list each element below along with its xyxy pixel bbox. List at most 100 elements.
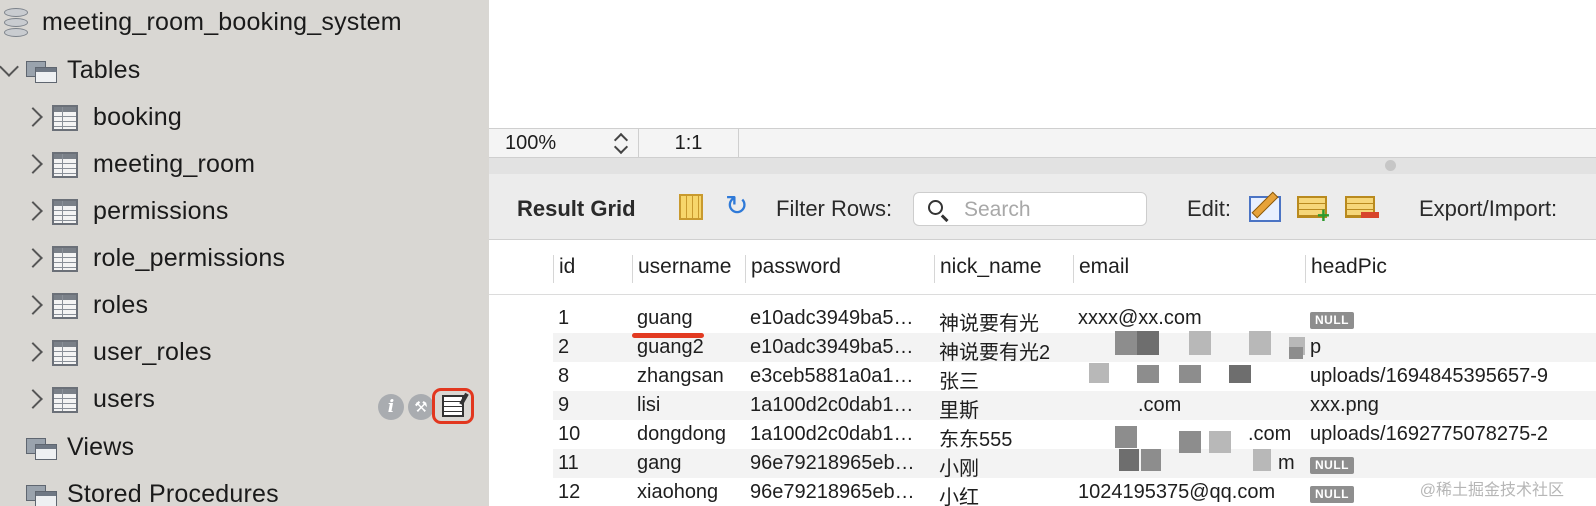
cell-nick-name[interactable]: 张三 — [934, 365, 979, 394]
cell-email[interactable]: .com — [1243, 423, 1291, 446]
chevron-right-icon[interactable] — [23, 295, 43, 315]
table-label: user_roles — [93, 337, 212, 366]
cell-username[interactable]: lisi — [632, 394, 660, 417]
info-icon[interactable]: i — [378, 394, 404, 420]
views-label: Views — [67, 432, 135, 461]
panel-splitter[interactable] — [489, 158, 1596, 174]
cell-headpic[interactable]: NULL — [1305, 452, 1354, 475]
cell-headpic[interactable]: uploads/1692775078275-2 — [1305, 423, 1596, 446]
tree-item-tables[interactable]: Tables — [0, 50, 489, 90]
cell-password[interactable]: e10adc3949ba5… — [745, 307, 930, 330]
cell-nick-name[interactable]: 神说要有光 — [934, 307, 1039, 336]
cell-email[interactable]: .com — [1133, 394, 1181, 417]
cell-password[interactable]: 96e79218965eb… — [745, 452, 930, 475]
cell-id[interactable]: 12 — [553, 481, 580, 504]
columns-icon[interactable] — [679, 194, 703, 220]
cell-nick-name[interactable]: 神说要有光2 — [934, 336, 1050, 365]
cell-id[interactable]: 1 — [553, 307, 569, 330]
cell-nick-name[interactable]: 小刚 — [934, 452, 979, 481]
cell-password[interactable]: e10adc3949ba5… — [745, 336, 930, 359]
cell-id[interactable]: 2 — [553, 336, 569, 359]
chevron-down-icon[interactable] — [0, 57, 19, 77]
cell-username[interactable]: dongdong — [632, 423, 726, 446]
column-header-nick-name[interactable]: nick_name — [934, 255, 1042, 283]
add-row-icon[interactable]: + — [1297, 190, 1331, 227]
cell-nick-name[interactable]: 里斯 — [934, 394, 979, 423]
wrench-icon[interactable]: ⚒ — [408, 394, 434, 420]
zoom-select[interactable]: 100% — [489, 129, 639, 157]
views-folder-icon — [26, 436, 58, 460]
chevron-right-icon[interactable] — [23, 154, 43, 174]
edit-cell-icon[interactable] — [1249, 190, 1283, 224]
tree-item-table-meeting-room[interactable]: meeting_room — [0, 144, 489, 184]
cell-password[interactable]: 1a100d2c0dab1… — [745, 394, 930, 417]
cell-id[interactable]: 9 — [553, 394, 569, 417]
cell-username[interactable]: guang2 — [632, 336, 704, 359]
tree-item-table-roles[interactable]: roles — [0, 285, 489, 325]
table-data-icon[interactable] — [442, 395, 464, 417]
tree-item-table-permissions[interactable]: permissions — [0, 191, 489, 231]
table-label: meeting_room — [93, 149, 256, 178]
table-row[interactable]: 11 gang 96e79218965eb… 小刚 m NULL — [553, 449, 1596, 481]
cell-headpic[interactable]: uploads/1694845395657-9 — [1305, 365, 1596, 388]
cell-email[interactable]: xxxx@xx.com — [1073, 307, 1202, 330]
chevron-right-icon[interactable] — [23, 201, 43, 221]
table-row[interactable]: 1 guang e10adc3949ba5… 神说要有光 xxxx@xx.com… — [553, 304, 1596, 336]
stepper-icon[interactable] — [613, 131, 629, 155]
table-icon — [52, 105, 78, 131]
column-header-username[interactable]: username — [632, 255, 731, 283]
cell-headpic[interactable]: NULL — [1305, 307, 1354, 330]
chevron-right-icon[interactable] — [23, 248, 43, 268]
table-row[interactable]: 2 guang2 e10adc3949ba5… 神说要有光2 p — [553, 333, 1596, 365]
cell-username[interactable]: gang — [632, 452, 682, 475]
delete-row-icon[interactable] — [1345, 190, 1379, 224]
tree-item-table-role-permissions[interactable]: role_permissions — [0, 238, 489, 278]
tree-item-views[interactable]: Views — [0, 427, 489, 467]
cell-password[interactable]: 1a100d2c0dab1… — [745, 423, 930, 446]
column-header-email[interactable]: email — [1073, 255, 1129, 283]
tree-item-table-user-roles[interactable]: user_roles — [0, 332, 489, 372]
filter-search-box[interactable] — [913, 192, 1147, 226]
cell-id[interactable]: 10 — [553, 423, 580, 446]
splitter-handle[interactable] — [1385, 160, 1396, 171]
table-icon — [52, 340, 78, 366]
export-import-label: Export/Import: — [1419, 196, 1558, 221]
cell-password[interactable]: 96e79218965eb… — [745, 481, 930, 504]
chevron-right-icon[interactable] — [23, 342, 43, 362]
row-action-icons: i ⚒ — [378, 392, 434, 422]
column-header-headpic[interactable]: headPic — [1305, 255, 1387, 283]
chevron-right-icon[interactable] — [23, 389, 43, 409]
zoom-bar: 100% 1:1 — [489, 128, 1596, 158]
cell-id[interactable]: 8 — [553, 365, 569, 388]
cell-id[interactable]: 11 — [553, 452, 579, 475]
zoom-ratio[interactable]: 1:1 — [639, 129, 739, 157]
schema-item[interactable]: meeting_room_booking_system — [0, 2, 489, 42]
cell-headpic[interactable]: xxx.png — [1305, 394, 1379, 417]
schema-navigator: meeting_room_booking_system Tables booki… — [0, 0, 489, 506]
search-input[interactable] — [964, 197, 1134, 223]
cell-headpic[interactable]: NULL — [1305, 481, 1354, 504]
chevron-right-icon[interactable] — [23, 107, 43, 127]
table-row[interactable]: 10 dongdong 1a100d2c0dab1… 东东555 .com up… — [553, 420, 1596, 452]
table-label: role_permissions — [93, 243, 286, 272]
search-icon — [928, 200, 943, 215]
edit-label: Edit: — [1187, 196, 1232, 221]
column-header-id[interactable]: id — [553, 255, 575, 283]
username-underline-annotation — [632, 333, 704, 338]
cell-username[interactable]: xiaohong — [632, 481, 718, 504]
cell-headpic[interactable]: p — [1305, 336, 1321, 359]
table-row[interactable]: 8 zhangsan e3ceb5881a0a1… 张三 uploads/169… — [553, 362, 1596, 394]
cell-email[interactable]: 1024195375@qq.com — [1073, 481, 1275, 504]
cell-username[interactable]: guang — [632, 307, 693, 330]
cell-email[interactable]: m — [1273, 452, 1295, 475]
table-row[interactable]: 9 lisi 1a100d2c0dab1… 里斯 .com xxx.png — [553, 391, 1596, 423]
cell-password[interactable]: e3ceb5881a0a1… — [745, 365, 930, 388]
cell-username[interactable]: zhangsan — [632, 365, 724, 388]
cell-nick-name[interactable]: 小红 — [934, 481, 979, 506]
refresh-icon[interactable]: ↻ — [725, 192, 748, 220]
select-rows-highlight[interactable] — [432, 388, 474, 424]
column-header-password[interactable]: password — [745, 255, 841, 283]
cell-nick-name[interactable]: 东东555 — [934, 423, 1012, 452]
tree-item-stored-procedures[interactable]: Stored Procedures — [0, 474, 489, 506]
tree-item-table-booking[interactable]: booking — [0, 97, 489, 137]
